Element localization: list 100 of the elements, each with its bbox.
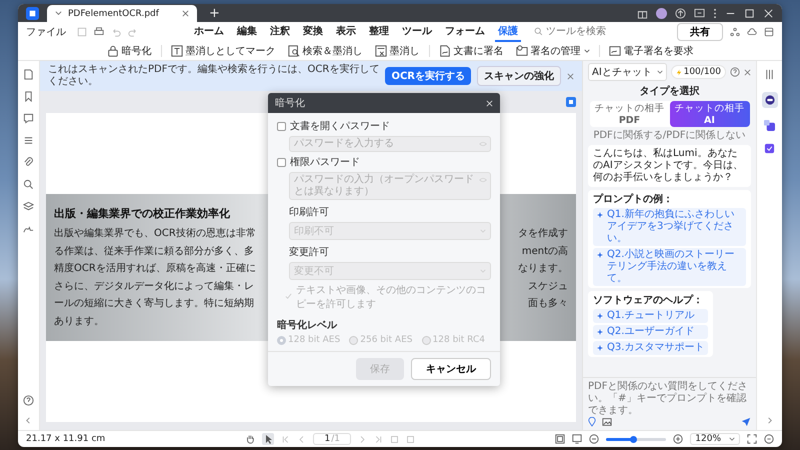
prompt-suggestion[interactable]: Q2.小説と映画のストーリーテリング手法の違いを教えて。 — [593, 248, 746, 286]
checkbox[interactable] — [277, 158, 286, 166]
menu-tab[interactable]: 表示 — [333, 22, 359, 42]
zoom-in-icon[interactable] — [673, 434, 684, 444]
fit-page-icon[interactable] — [555, 434, 566, 444]
fullscreen-icon[interactable] — [747, 434, 758, 444]
checkbox-label: テキストや画像、その他のコンテンツのコピーを許可します — [296, 284, 487, 311]
help-icon[interactable] — [23, 395, 34, 406]
tool-search-field[interactable]: ツールを検索 — [534, 26, 624, 37]
toolbar-button[interactable]: 墨消しとしてマーク — [168, 42, 278, 58]
close-icon[interactable] — [567, 72, 574, 80]
new-tab-button[interactable]: + — [205, 6, 224, 20]
eye-icon — [479, 177, 487, 183]
radio-button[interactable] — [349, 336, 358, 344]
close-icon[interactable] — [744, 68, 751, 76]
text-box-icon — [170, 44, 182, 56]
network-icon[interactable] — [730, 26, 740, 36]
page-icon[interactable] — [23, 69, 34, 80]
radio-button[interactable] — [422, 336, 431, 344]
menu-tab[interactable]: ツール — [399, 22, 435, 42]
search-icon[interactable] — [23, 179, 34, 190]
sliders-icon[interactable] — [764, 69, 775, 80]
select-cursor-icon[interactable] — [262, 433, 274, 445]
mode-dropdown[interactable]: AIとチャット — [588, 63, 667, 81]
image-icon[interactable] — [602, 417, 612, 427]
comment-icon[interactable] — [23, 113, 34, 124]
menu-tab[interactable]: 変換 — [300, 22, 326, 42]
help-icon[interactable] — [730, 67, 740, 77]
signature-card-icon — [608, 44, 620, 56]
send-icon[interactable] — [741, 417, 751, 427]
document-sign-icon — [438, 44, 450, 56]
toolbar-button[interactable]: 検索＆墨消し — [284, 42, 366, 58]
toolbar-button[interactable]: 署名の管理 — [512, 42, 592, 58]
chat-input[interactable]: PDFと関係のない質問をしてください。「#」キーでプロンプトを確認できます。 — [583, 377, 756, 430]
translate-icon[interactable] — [764, 120, 775, 131]
upload-icon[interactable] — [675, 8, 686, 18]
enhance-scan-button[interactable]: スキャンの強化 — [477, 66, 561, 86]
document-heading: 出版・編集業界での校正作業効率化 — [54, 206, 230, 221]
expand-icon[interactable] — [766, 417, 773, 424]
document-tab[interactable]: PDFelementOCR.pdf — [47, 5, 197, 22]
chevron-icon — [55, 10, 62, 17]
search-icon — [534, 27, 543, 36]
chat-type-option[interactable]: チャットの相手 AI — [670, 101, 750, 127]
field-label: 変更許可 — [289, 246, 330, 259]
menu-tab[interactable]: 編集 — [234, 22, 260, 42]
bookmark-icon[interactable] — [23, 91, 34, 102]
checkmark-icon[interactable] — [285, 293, 292, 301]
inbox-icon[interactable] — [764, 26, 774, 36]
share-button[interactable]: 共有 — [677, 22, 723, 40]
toolbar-button[interactable]: 文書に署名 — [436, 42, 506, 58]
zoom-slider-track[interactable] — [606, 438, 666, 440]
help-link[interactable]: Q2.ユーザーガイド — [593, 325, 708, 339]
zoom-out-icon[interactable] — [589, 434, 600, 444]
menu-tab[interactable]: 整理 — [366, 22, 392, 42]
menu-tab[interactable]: 保護 — [495, 22, 521, 42]
zoom-dropdown[interactable]: 120% — [690, 433, 740, 445]
toolbar-button[interactable]: 電子署名を要求 — [606, 42, 696, 58]
close-icon[interactable] — [182, 10, 189, 17]
maximize-icon[interactable] — [744, 8, 755, 18]
prompt-suggestion[interactable]: Q1.新年の抱負にふさわしいアイデアを3つ挙げてください。 — [593, 208, 746, 246]
sparkle-icon — [597, 212, 603, 218]
help-link[interactable]: Q1.チュートリアル — [593, 309, 708, 323]
robot-icon[interactable] — [762, 92, 778, 108]
toolbar-button[interactable]: 暗号化 — [104, 42, 154, 58]
bolt-icon — [676, 68, 682, 76]
checklist-icon[interactable] — [764, 143, 775, 154]
field-label: 印刷許可 — [289, 206, 330, 219]
zoom-slider-thumb[interactable] — [630, 436, 638, 442]
layers-icon[interactable] — [23, 201, 34, 212]
menu-tab[interactable]: フォーム — [442, 22, 488, 42]
attachment-icon[interactable] — [23, 157, 34, 168]
hand-icon[interactable] — [245, 434, 256, 444]
view-mode-icon[interactable] — [572, 434, 582, 444]
cloud-icon[interactable] — [747, 26, 757, 36]
collapse-icon[interactable] — [25, 417, 32, 424]
chat-icon[interactable] — [694, 8, 705, 18]
menu-tab[interactable]: 注釈 — [267, 22, 293, 42]
card-heading: ソフトウェアのヘルプ： — [593, 293, 704, 307]
print-icon[interactable] — [94, 26, 104, 36]
banner-message: これはスキャンされたPDFです。編集や検索を行うには、OCRを実行してください。 — [48, 64, 380, 88]
document-text: 出版や編集業界でも、OCR技術の恩恵は非常 — [54, 227, 257, 241]
file-menu[interactable]: ファイル — [26, 24, 66, 38]
document-text: さらに、デジタルデータ化によって編集・レ — [54, 280, 255, 294]
radio-button[interactable] — [277, 336, 286, 344]
pin-icon[interactable] — [588, 417, 596, 427]
avatar[interactable] — [656, 8, 667, 18]
checkbox[interactable] — [277, 122, 286, 130]
document-x-icon — [374, 44, 386, 56]
document-text: 面も多々 — [528, 297, 568, 311]
cancel-button[interactable]: キャンセル — [411, 358, 491, 380]
dialog-title: 暗号化 — [275, 96, 305, 110]
document-text: mentの高 — [522, 244, 568, 258]
menu-tab[interactable]: ホーム — [191, 22, 227, 42]
page-fit-icon[interactable] — [566, 97, 576, 107]
lock-icon — [106, 44, 118, 56]
toolbar-button[interactable]: 墨消し — [372, 42, 422, 58]
list-icon[interactable] — [23, 135, 34, 146]
run-ocr-button[interactable]: OCRを実行する — [385, 67, 471, 85]
help-link[interactable]: Q3.カスタマサポート — [593, 341, 708, 355]
page-number-field[interactable]: 1/1 — [313, 433, 351, 445]
